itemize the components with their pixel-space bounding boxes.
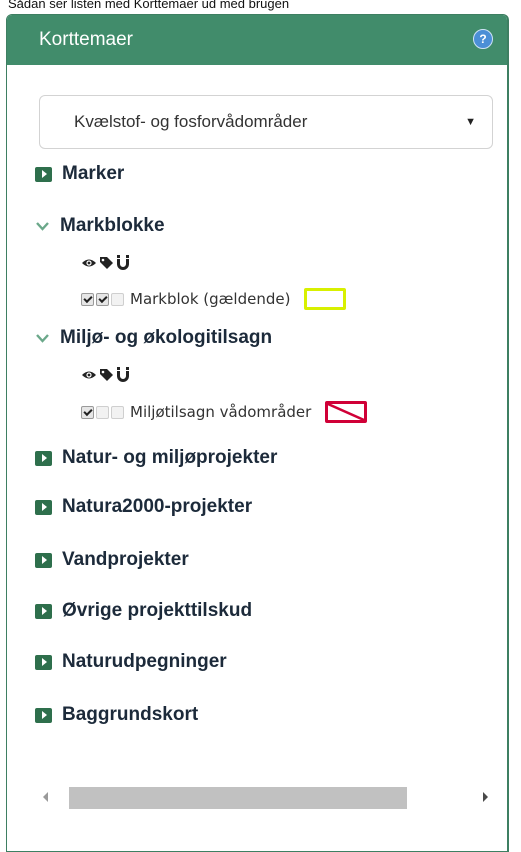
snap-checkbox[interactable] [111, 405, 124, 419]
panel-title: Korttemaer [39, 29, 133, 50]
scroll-left-arrow-icon[interactable] [37, 789, 53, 805]
theme-select-value: Kvælstof- og fosforvådområder [74, 112, 308, 131]
scroll-right-arrow-icon[interactable] [477, 789, 493, 805]
eye-icon [81, 368, 97, 385]
group-miljo-okologitilsagn[interactable]: Miljø- og økologitilsagn [35, 327, 272, 349]
group-natura2000-projekter[interactable]: Natura2000-projekter [35, 496, 252, 518]
layer-label: Markblok (gældende) [130, 290, 291, 308]
legend-swatch [304, 288, 347, 310]
group-label: Vandprojekter [62, 549, 189, 570]
group-label: Markblokke [60, 215, 165, 236]
scroll-thumb[interactable] [69, 787, 407, 809]
layer-row-miljotilsagn: Miljøtilsagn vådområder [81, 401, 368, 423]
group-label: Miljø- og økologitilsagn [60, 327, 273, 348]
panel-header: Korttemaer ? [7, 15, 507, 65]
chevron-down-icon: ▼ [465, 116, 476, 128]
layer-label: Miljøtilsagn vådområder [130, 403, 312, 421]
eye-icon [81, 256, 97, 273]
visibility-checkbox[interactable] [81, 405, 94, 419]
group-label: Natur- og miljøprojekter [62, 447, 278, 468]
group-label: Baggrundskort [62, 704, 199, 725]
map-themes-panel: Korttemaer ? Kvælstof- og fosforvådområd… [6, 14, 509, 852]
magnet-icon [116, 255, 130, 274]
group-naturudpegninger[interactable]: Naturudpegninger [35, 651, 227, 673]
expand-icon[interactable] [35, 552, 52, 568]
expand-icon[interactable] [35, 654, 52, 670]
tag-icon [99, 368, 114, 386]
group-vandprojekter[interactable]: Vandprojekter [35, 549, 189, 571]
group-natur-miljoprojekter[interactable]: Natur- og miljøprojekter [35, 447, 277, 469]
expand-icon[interactable] [35, 603, 52, 619]
layer-tool-icons [81, 255, 130, 274]
label-checkbox[interactable] [96, 405, 109, 419]
expand-icon[interactable] [35, 166, 52, 182]
visibility-checkbox[interactable] [81, 292, 94, 306]
group-marker[interactable]: Marker [35, 163, 124, 185]
legend-swatch [325, 401, 368, 423]
horizontal-scrollbar[interactable] [37, 785, 493, 809]
group-ovrige-projekttilskud[interactable]: Øvrige projekttilskud [35, 600, 252, 622]
tag-icon [99, 256, 114, 274]
group-label: Øvrige projekttilskud [62, 600, 253, 621]
group-label: Natura2000-projekter [62, 496, 253, 517]
magnet-icon [116, 367, 130, 386]
page-caption: Sådan ser listen med Korttemaer ud med b… [8, 0, 290, 11]
expand-icon[interactable] [35, 450, 52, 466]
layer-row-markblok: Markblok (gældende) [81, 288, 347, 310]
expand-icon[interactable] [35, 707, 52, 723]
group-label: Naturudpegninger [62, 651, 227, 672]
expand-icon[interactable] [35, 499, 52, 515]
group-baggrundskort[interactable]: Baggrundskort [35, 704, 198, 726]
group-markblokke[interactable]: Markblokke [35, 215, 165, 237]
label-checkbox[interactable] [96, 292, 109, 306]
scroll-track[interactable] [63, 785, 467, 809]
question-circle-icon[interactable]: ? [473, 29, 493, 49]
layer-tool-icons [81, 367, 130, 386]
collapse-icon[interactable] [35, 219, 50, 234]
group-label: Marker [62, 163, 125, 184]
collapse-icon[interactable] [35, 331, 50, 346]
snap-checkbox[interactable] [111, 292, 124, 306]
theme-select[interactable]: Kvælstof- og fosforvådområder ▼ [39, 95, 493, 149]
